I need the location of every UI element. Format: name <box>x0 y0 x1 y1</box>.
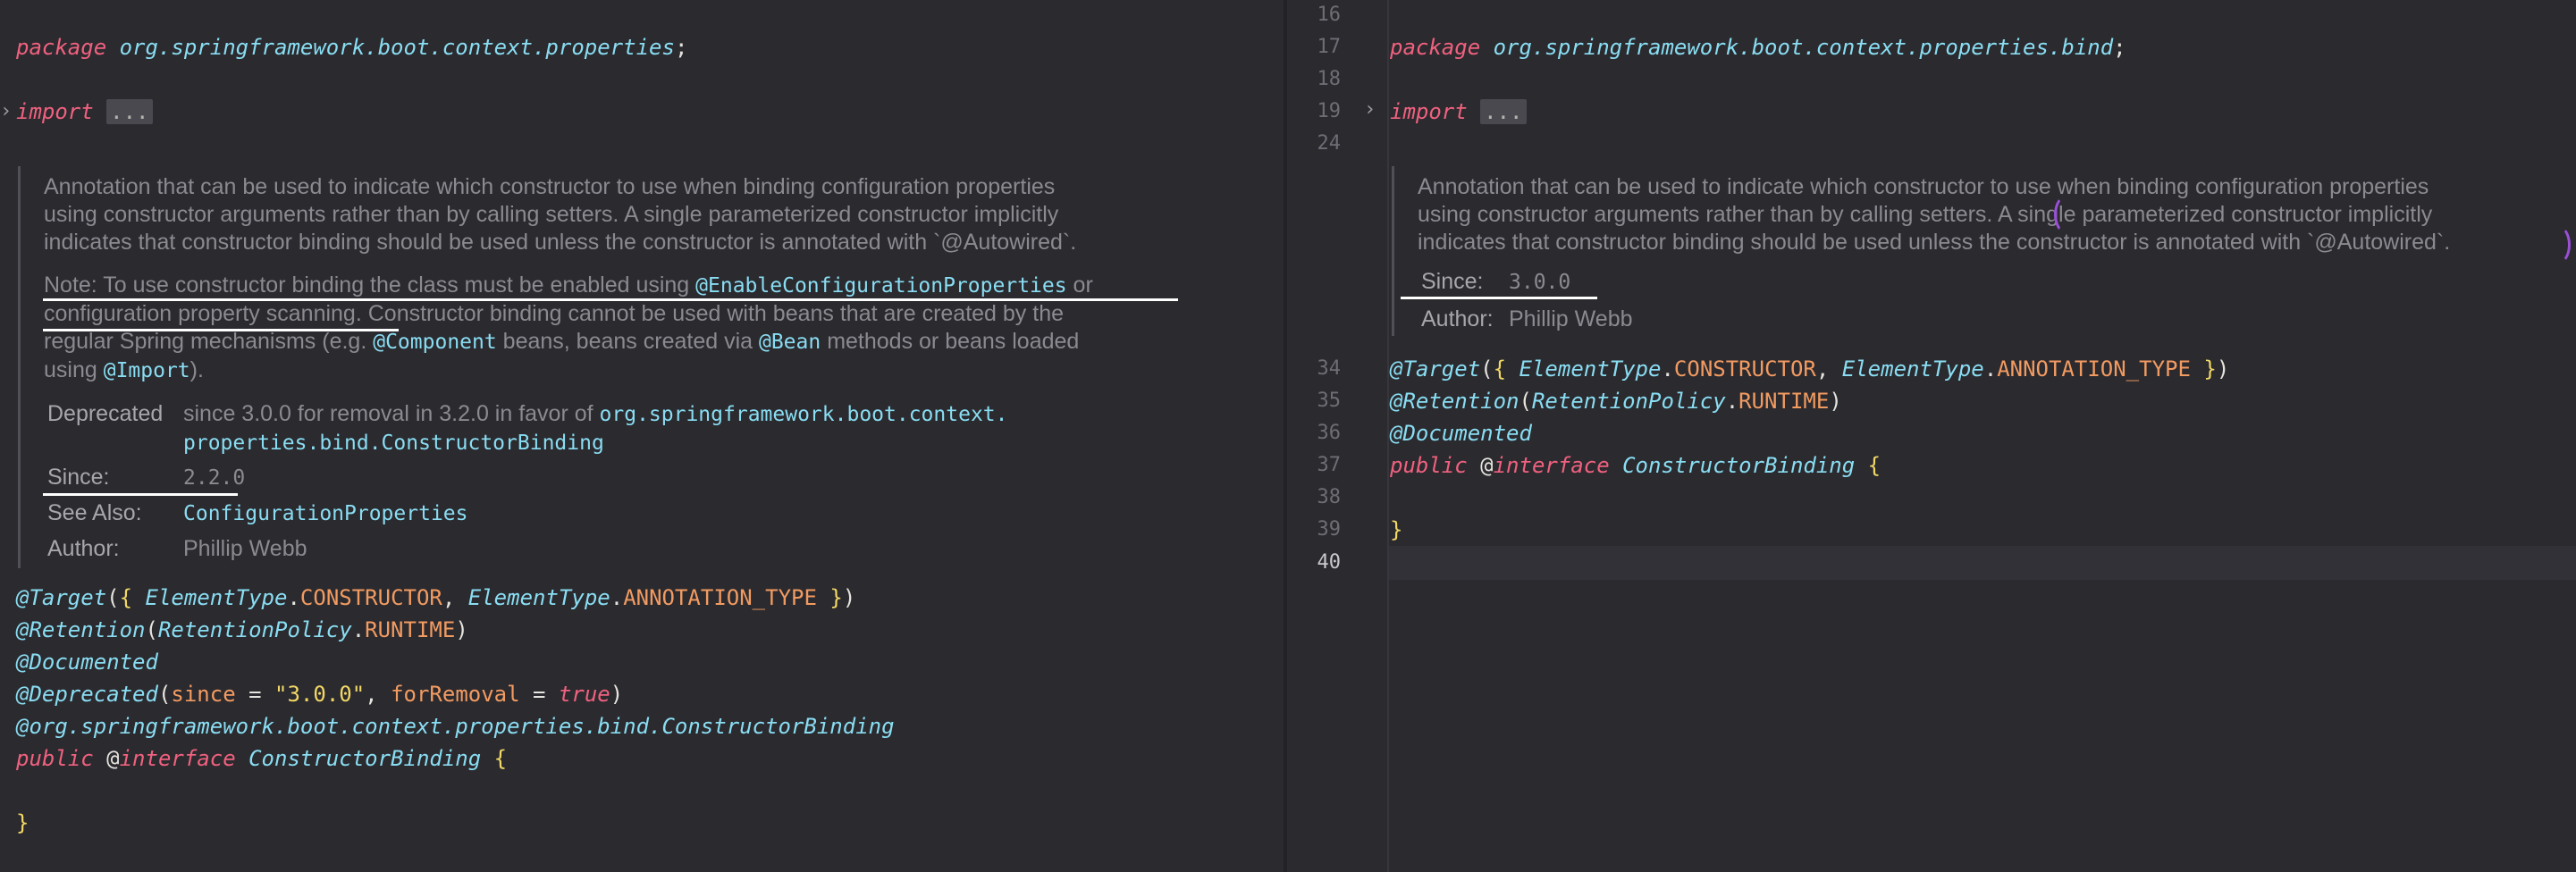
package-line: package org.springframework.boot.context… <box>16 35 688 60</box>
deprecated-line: @Deprecated(since = "3.0.0", forRemoval … <box>16 682 624 707</box>
deprecated-ref-cont[interactable]: properties.bind.ConstructorBinding <box>183 429 604 457</box>
author-value: Phillip Webb <box>183 536 307 561</box>
import-fold[interactable]: ... <box>106 99 153 124</box>
line-number: 16 <box>1317 4 1342 26</box>
target-line: @Target({ ElementType.CONSTRUCTOR, Eleme… <box>1390 356 2230 382</box>
retention-line: @Retention(RetentionPolicy.RUNTIME) <box>1390 389 1842 414</box>
doc-line-3: indicates that constructor binding shoul… <box>44 230 1077 255</box>
doc-line-2: using constructor arguments rather than … <box>44 202 1059 227</box>
since-tag: Since: <box>47 465 110 490</box>
see-also-tag: See Also: <box>47 500 142 525</box>
declaration-line: public @interface ConstructorBinding { <box>16 746 508 771</box>
line-number-current: 40 <box>1317 551 1342 574</box>
closing-brace-line: } <box>1390 517 1403 542</box>
fold-chevron-icon[interactable]: › <box>0 100 12 122</box>
closing-brace-line: } <box>16 810 29 835</box>
import-line[interactable]: import ... <box>16 98 153 125</box>
declaration-line: public @interface ConstructorBinding { <box>1390 453 1881 478</box>
left-editor-pane[interactable]: › package org.springframework.boot.conte… <box>0 0 1284 872</box>
import-link[interactable]: @Import <box>104 359 190 382</box>
since-value: 2.2.0 <box>183 466 246 490</box>
retention-line: @Retention(RetentionPolicy.RUNTIME) <box>16 617 468 642</box>
component-link[interactable]: @Component <box>373 331 496 354</box>
line-number: 39 <box>1317 518 1342 541</box>
line-number: 36 <box>1317 422 1342 444</box>
fold-chevron-icon[interactable]: › <box>1364 98 1376 121</box>
deprecated-tag: Deprecated <box>47 401 164 426</box>
line-number-gutter: 16 17 18 19 › 24 34 35 36 37 38 39 40 <box>1287 0 1389 872</box>
author-tag: Author: <box>47 536 120 561</box>
line-number: 24 <box>1317 132 1342 155</box>
javadoc-render: Annotation that can be used to indicate … <box>18 166 1272 568</box>
note-underline <box>43 298 1178 301</box>
import-fold[interactable]: ... <box>1480 99 1527 124</box>
since-value: 3.0.0 <box>1509 271 1571 294</box>
line-number: 35 <box>1317 390 1342 412</box>
since-underline <box>1401 297 1597 299</box>
right-code-area[interactable]: package org.springframework.boot.context… <box>1390 0 2576 872</box>
line-number: 34 <box>1317 357 1342 380</box>
package-line: package org.springframework.boot.context… <box>1390 35 2126 60</box>
doc-line-1: Annotation that can be used to indicate … <box>1418 174 2429 199</box>
enable-config-link[interactable]: @EnableConfigurationProperties <box>695 274 1066 298</box>
right-editor-pane[interactable]: 16 17 18 19 › 24 34 35 36 37 38 39 40 pa… <box>1287 0 2576 872</box>
javadoc-render: Annotation that can be used to indicate … <box>1392 166 2574 336</box>
since-underline <box>43 493 238 496</box>
doc-line-1: Annotation that can be used to indicate … <box>44 174 1056 199</box>
line-number: 37 <box>1317 454 1342 476</box>
documented-line: @Documented <box>16 650 158 675</box>
since-tag: Since: <box>1421 269 1484 294</box>
open-paren-mark <box>2054 195 2079 234</box>
documented-line: @Documented <box>1390 421 1532 446</box>
doc-line-3: indicates that constructor binding shoul… <box>1418 230 2451 255</box>
target-line: @Target({ ElementType.CONSTRUCTOR, Eleme… <box>16 585 856 610</box>
doc-line-2: using constructor arguments rather than … <box>1418 202 2433 227</box>
line-number: 38 <box>1317 486 1342 508</box>
note-underline-2 <box>43 329 399 331</box>
author-value: Phillip Webb <box>1509 306 1633 331</box>
line-number: 19 <box>1317 100 1342 122</box>
import-line[interactable]: import ... <box>1390 98 1527 125</box>
constructor-binding-link[interactable]: org.springframework.boot.context. <box>600 403 1008 426</box>
close-paren-mark <box>2546 225 2571 264</box>
author-tag: Author: <box>1421 306 1494 331</box>
line-number: 17 <box>1317 36 1342 58</box>
line-number: 18 <box>1317 68 1342 90</box>
bean-link[interactable]: @Bean <box>759 331 821 354</box>
deprecated-text: since 3.0.0 for removal in 3.2.0 in favo… <box>183 401 1008 426</box>
see-also-link[interactable]: ConfigurationProperties <box>183 499 468 527</box>
binding-annotation-line: @org.springframework.boot.context.proper… <box>16 714 895 739</box>
